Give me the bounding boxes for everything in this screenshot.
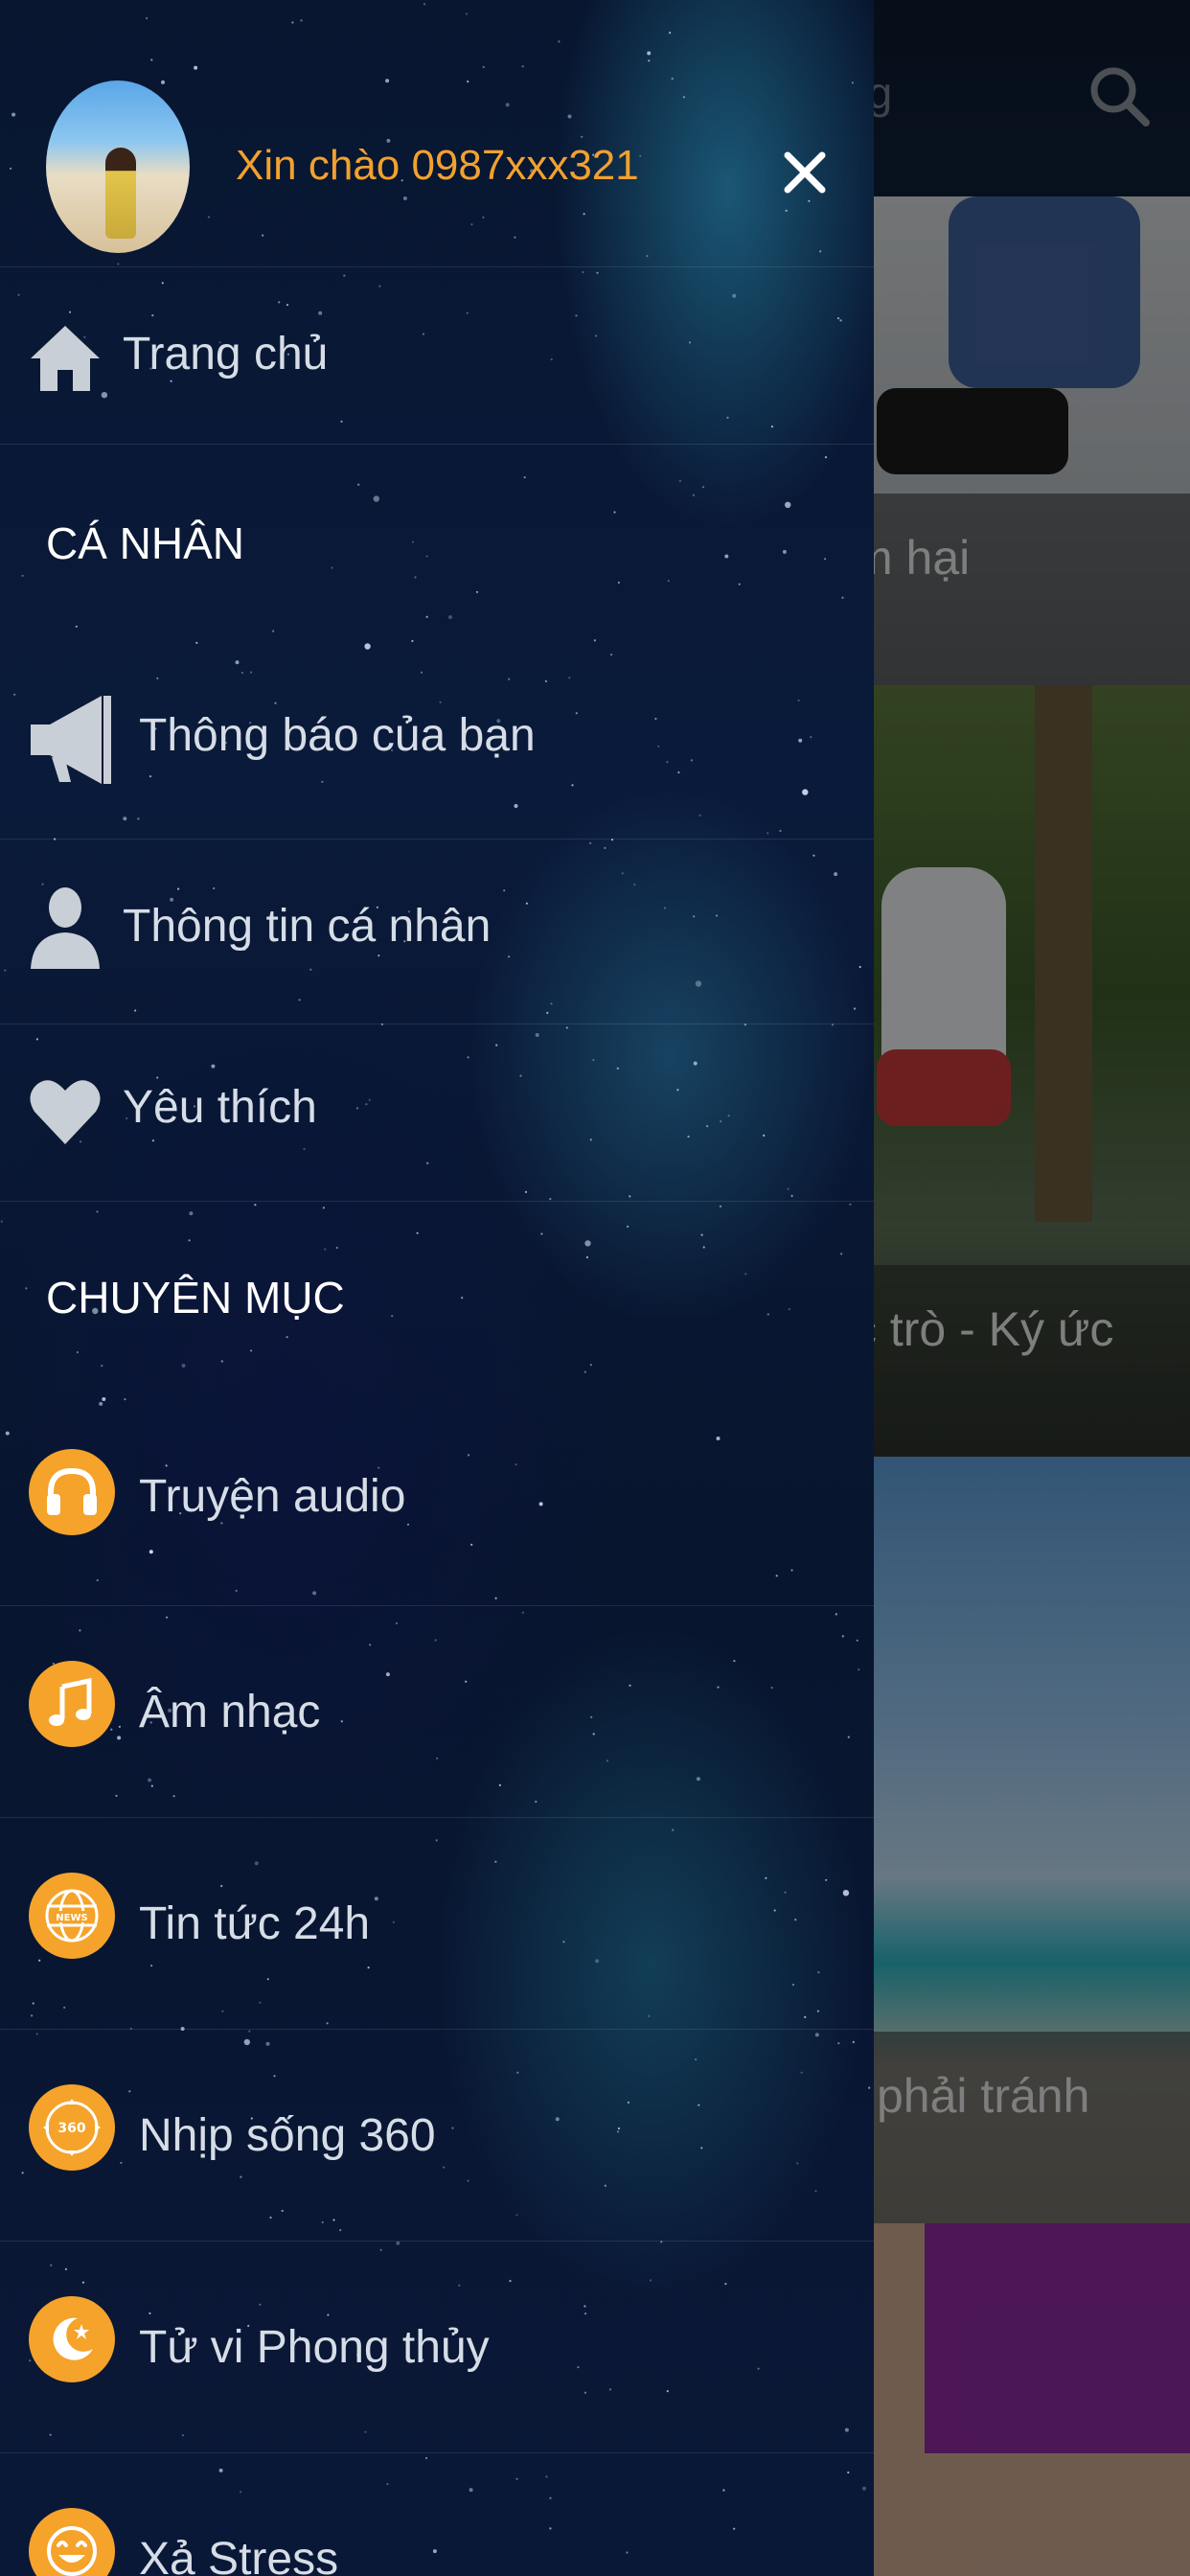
menu-item-news[interactable]: NEWS Tin tức 24h (0, 1817, 874, 2030)
menu-item-label: Xả Stress (139, 2534, 339, 2576)
menu-item-horoscope[interactable]: Tử vi Phong thủy (0, 2241, 874, 2453)
menu-item-notifications[interactable]: Thông báo của bạn (0, 661, 874, 840)
close-icon (784, 151, 826, 194)
heart-icon (30, 1080, 101, 1144)
badge (29, 1449, 115, 1535)
menu-item-label: Trang chủ (123, 329, 329, 380)
menu-item-destress[interactable]: Xả Stress (0, 2452, 874, 2576)
badge: NEWS (29, 1873, 115, 1959)
menu-item-label: Nhịp sống 360 (139, 2110, 436, 2161)
user-icon (31, 887, 100, 969)
section-title-categories: CHUYÊN MỤC (46, 1273, 345, 1322)
profile-header: Xin chào 0987xxx321 (0, 0, 874, 267)
badge-text: 360 (57, 2121, 85, 2136)
menu-item-life-360[interactable]: 360 Nhịp sống 360 (0, 2029, 874, 2242)
menu-item-favorites[interactable]: Yêu thích (0, 1024, 874, 1202)
menu-item-music[interactable]: Âm nhạc (0, 1605, 874, 1818)
menu-item-profile-info[interactable]: Thông tin cá nhân (0, 839, 874, 1024)
badge (29, 2296, 115, 2382)
menu-item-audio-stories[interactable]: Truyện audio (0, 1399, 874, 1606)
menu-item-label: Thông tin cá nhân (123, 901, 492, 952)
badge-text: NEWS (56, 1913, 87, 1923)
menu-item-label: Tin tức 24h (139, 1898, 371, 1949)
section-title-personal: CÁ NHÂN (46, 518, 245, 568)
headphones-icon (47, 1467, 97, 1515)
news-globe-icon: NEWS (45, 1889, 99, 1943)
menu-item-home[interactable]: Trang chủ (0, 266, 874, 445)
badge: 360 (29, 2084, 115, 2171)
360-icon: 360 (43, 2099, 101, 2156)
megaphone-icon (31, 696, 111, 784)
menu-item-label: Thông báo của bạn (139, 710, 536, 761)
smile-icon (47, 2526, 97, 2576)
menu-item-label: Tử vi Phong thủy (139, 2322, 490, 2373)
menu-item-label: Yêu thích (123, 1082, 317, 1133)
side-drawer: Xin chào 0987xxx321 Trang chủ CÁ NHÂN Th… (0, 0, 874, 2576)
greeting-text: Xin chào 0987xxx321 (236, 142, 639, 189)
close-button[interactable] (767, 134, 843, 211)
moon-star-icon (53, 2317, 93, 2360)
badge (29, 2508, 115, 2576)
menu-item-label: Âm nhạc (139, 1687, 321, 1737)
music-note-icon (49, 1677, 92, 1726)
badge (29, 1661, 115, 1747)
menu-item-label: Truyện audio (139, 1471, 406, 1522)
avatar[interactable] (46, 80, 190, 253)
home-icon (31, 326, 100, 391)
